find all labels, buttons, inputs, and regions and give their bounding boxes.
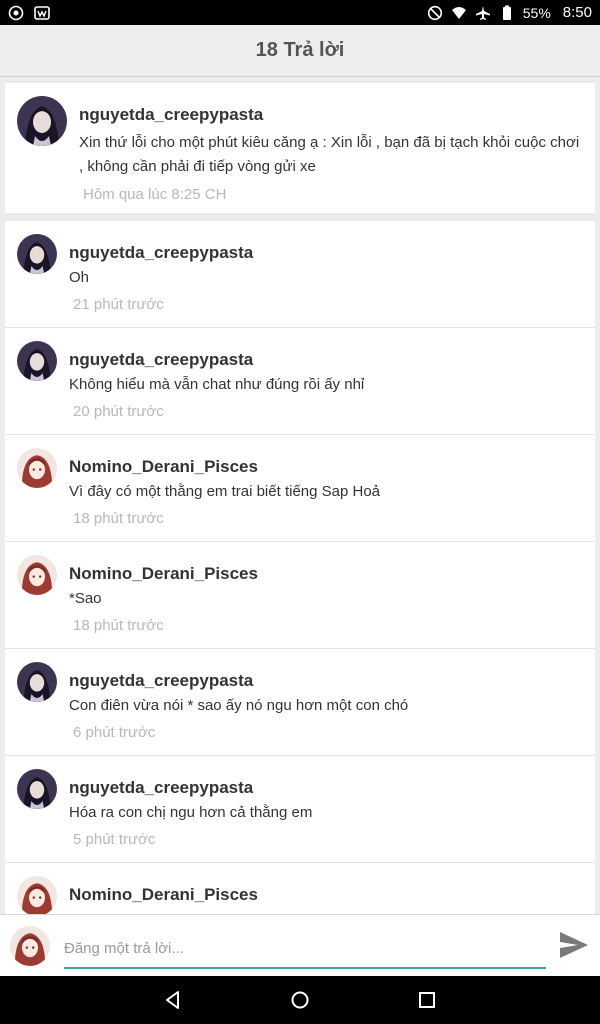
- back-button[interactable]: [153, 980, 193, 1020]
- list-item: nguyetda_creepypasta Con điên vừa nói * …: [5, 649, 595, 756]
- camera-icon: [8, 5, 24, 21]
- reply-timestamp: 20 phút trước: [73, 403, 164, 420]
- reply-author[interactable]: nguyetda_creepypasta: [69, 243, 253, 263]
- avatar[interactable]: [17, 341, 57, 381]
- airplane-icon: [475, 5, 491, 21]
- reply-author[interactable]: Nomino_Derani_Pisces: [69, 564, 258, 584]
- avatar[interactable]: [17, 234, 57, 274]
- list-item: nguyetda_creepypasta Không hiểu mà vẫn c…: [5, 328, 595, 435]
- reply-author[interactable]: Nomino_Derani_Pisces: [69, 457, 258, 477]
- reply-author[interactable]: Nomino_Derani_Pisces: [69, 885, 258, 905]
- avatar: [10, 926, 50, 966]
- reply-text: Không hiểu mà vẫn chat như đúng rồi ấy n…: [69, 376, 365, 393]
- post-text: Xin thứ lỗi cho một phút kiêu căng ạ : X…: [79, 134, 580, 175]
- reply-timestamp: 21 phút trước: [73, 296, 164, 313]
- list-item: nguyetda_creepypasta Hóa ra con chị ngu …: [5, 756, 595, 863]
- clock: 8:50: [562, 4, 592, 21]
- avatar[interactable]: [17, 555, 57, 595]
- reply-text: Oh: [69, 269, 90, 286]
- reply-author[interactable]: nguyetda_creepypasta: [69, 778, 253, 798]
- list-item: Nomino_Derani_Pisces Vì đây có một thằng…: [5, 435, 595, 542]
- dnd-icon: [427, 5, 443, 21]
- avatar[interactable]: [17, 876, 57, 914]
- list-item: nguyetda_creepypasta Oh 21 phút trước: [5, 221, 595, 328]
- send-icon: [560, 932, 588, 958]
- post-author[interactable]: nguyetda_creepypasta: [79, 105, 263, 125]
- reply-text: Con điên vừa nói * sao ấy nó ngu hơn một…: [69, 697, 409, 714]
- replies-scroll-area[interactable]: nguyetda_creepypasta Xin thứ lỗi cho một…: [0, 78, 600, 914]
- reply-composer: [0, 914, 600, 976]
- reply-timestamp: 18 phút trước: [73, 617, 164, 634]
- battery-icon: [499, 5, 515, 21]
- avatar[interactable]: [17, 662, 57, 702]
- reply-text: Hóa ra con chị ngu hơn cả thằng em: [69, 804, 313, 821]
- back-icon: [166, 991, 180, 1009]
- avatar[interactable]: [17, 448, 57, 488]
- reply-list: nguyetda_creepypasta Oh 21 phút trước ng…: [5, 221, 595, 914]
- reply-timestamp: 6 phút trước: [73, 724, 156, 741]
- list-item: Nomino_Derani_Pisces: [5, 863, 595, 914]
- reply-timestamp: 18 phút trước: [73, 510, 164, 527]
- home-icon: [291, 991, 309, 1009]
- reply-text: *Sao: [69, 590, 102, 607]
- navigation-bar: [0, 976, 600, 1024]
- reply-author[interactable]: nguyetda_creepypasta: [69, 671, 253, 691]
- list-item: Nomino_Derani_Pisces *Sao 18 phút trước: [5, 542, 595, 649]
- header: 18 Trả lời: [0, 25, 600, 77]
- avatar[interactable]: [17, 769, 57, 809]
- recents-icon: [418, 992, 435, 1008]
- status-bar: 55% 8:50: [0, 0, 600, 25]
- reply-author[interactable]: nguyetda_creepypasta: [69, 350, 253, 370]
- avatar[interactable]: [17, 96, 67, 146]
- reply-input[interactable]: [64, 929, 546, 969]
- app-icon: [34, 5, 50, 21]
- original-post: nguyetda_creepypasta Xin thứ lỗi cho một…: [5, 83, 595, 213]
- send-button[interactable]: [558, 930, 590, 960]
- page-title: 18 Trả lời: [255, 39, 345, 61]
- reply-text: Vì đây có một thằng em trai biết tiếng S…: [69, 483, 381, 500]
- recents-button[interactable]: [407, 980, 447, 1020]
- post-timestamp: Hôm qua lúc 8:25 CH: [83, 186, 227, 203]
- home-button[interactable]: [280, 980, 320, 1020]
- battery-percent: 55%: [522, 4, 551, 21]
- wifi-icon: [451, 5, 467, 21]
- reply-timestamp: 5 phút trước: [73, 831, 156, 848]
